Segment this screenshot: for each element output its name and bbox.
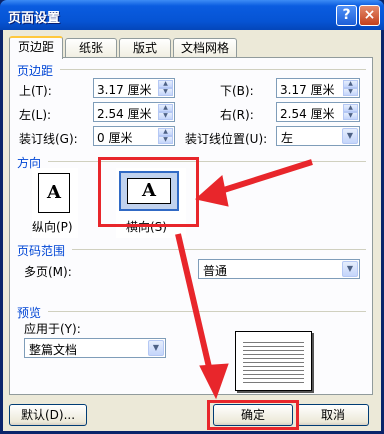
arrow-head-icon xyxy=(199,363,229,400)
arrow-head-icon xyxy=(194,175,229,207)
annotation-arrows xyxy=(175,159,313,400)
tab-margins[interactable]: 页边距 xyxy=(9,36,63,59)
page-setup-dialog: 页面设置 ? × 页边距 纸张 版式 文档网格 页边距 上(T): 3.17 厘… xyxy=(0,0,384,434)
arrow-to-ok xyxy=(175,233,215,381)
